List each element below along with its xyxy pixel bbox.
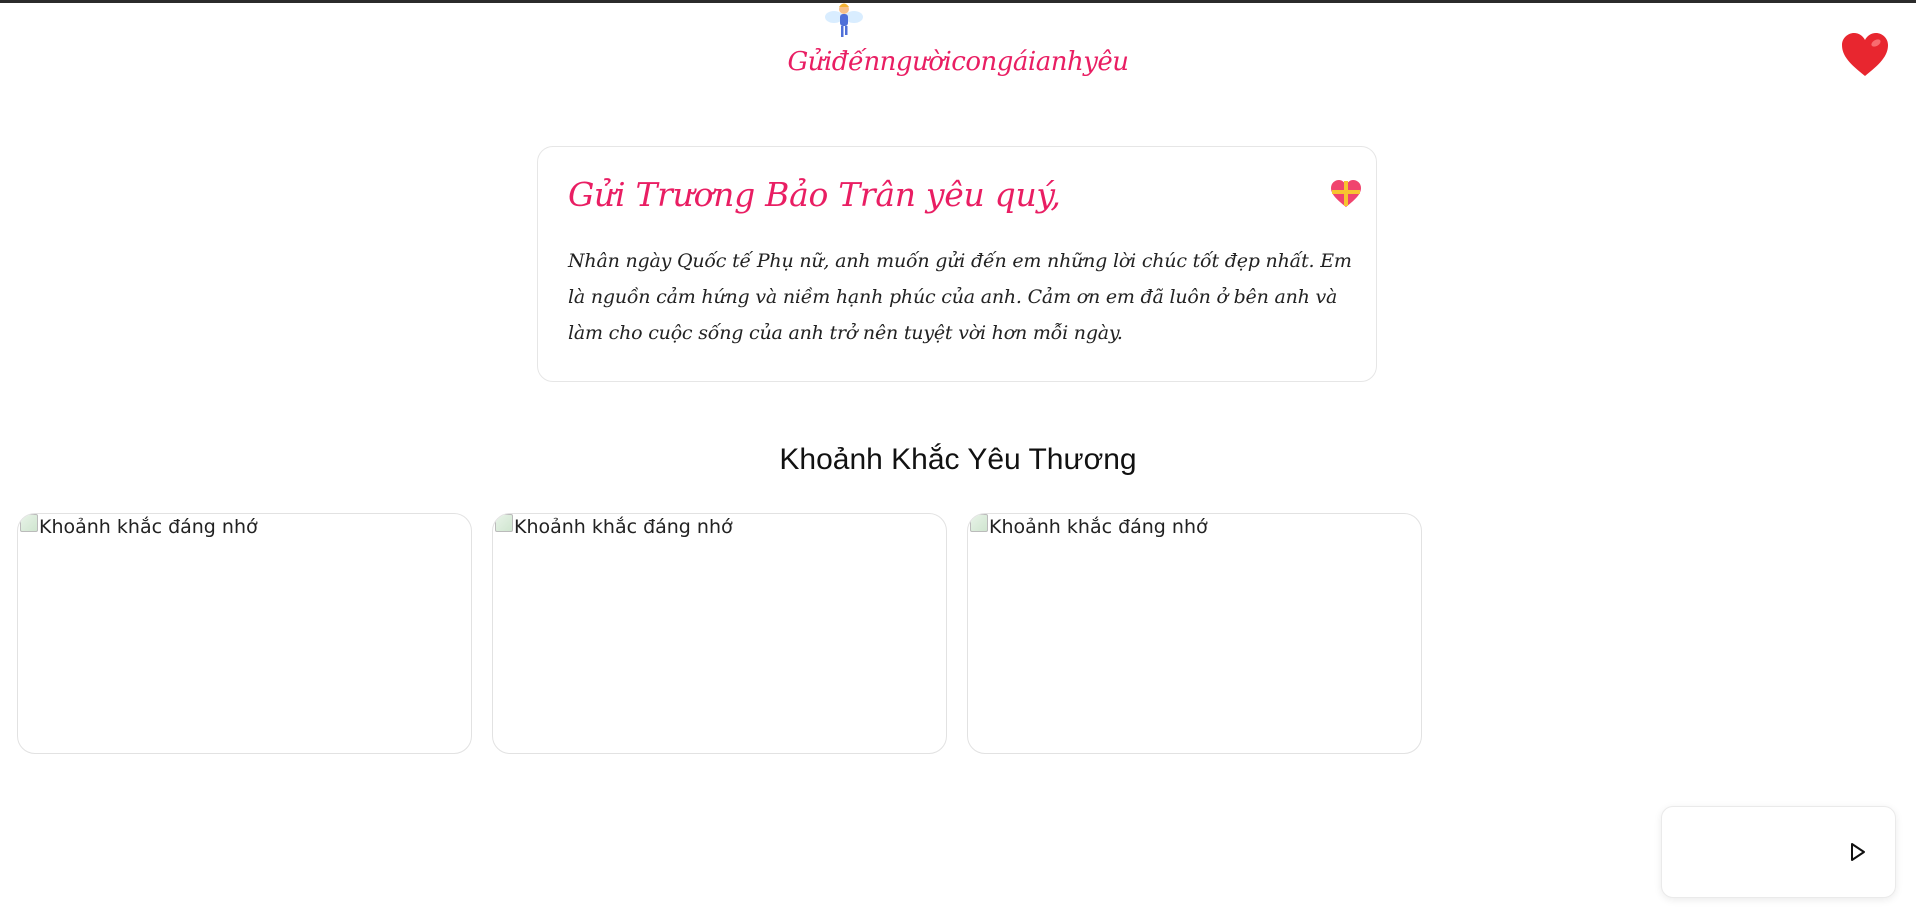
music-player [1661,806,1896,898]
broken-image: Khoảnh khắc đáng nhớ [970,514,1208,538]
letter-body: Nhân ngày Quốc tế Phụ nữ, anh muốn gửi đ… [568,250,1352,344]
red-heart-icon [1840,31,1890,79]
letter-card: Gửi Trương Bảo Trân yêu quý, Nhân ngày Q… [537,146,1377,382]
broken-image: Khoảnh khắc đáng nhớ [495,514,733,538]
image-alt-text: Khoảnh khắc đáng nhớ [514,516,733,538]
image-alt-text: Khoảnh khắc đáng nhớ [39,516,258,538]
gallery-title: Khoảnh Khắc Yêu Thương [779,443,1137,476]
broken-image-icon [970,514,988,532]
broken-image-icon [495,514,513,532]
play-icon[interactable] [1845,840,1869,864]
letter-greeting: Gửi Trương Bảo Trân yêu quý, [568,175,1061,214]
photo-card[interactable]: Khoảnh khắc đáng nhớ [17,513,472,754]
gift-heart-icon [1330,179,1362,209]
broken-image: Khoảnh khắc đáng nhớ [20,514,258,538]
page: Gửiđếnngườicongáianhyêu Gửi Trương Bảo T… [0,0,1916,907]
broken-image-icon [20,514,38,532]
fairy-icon [822,3,866,43]
image-alt-text: Khoảnh khắc đáng nhớ [989,516,1208,538]
header-title: Gửiđếnngườicongáianhyêu [787,47,1129,77]
photo-card[interactable]: Khoảnh khắc đáng nhớ [492,513,947,754]
photo-card[interactable]: Khoảnh khắc đáng nhớ [967,513,1422,754]
